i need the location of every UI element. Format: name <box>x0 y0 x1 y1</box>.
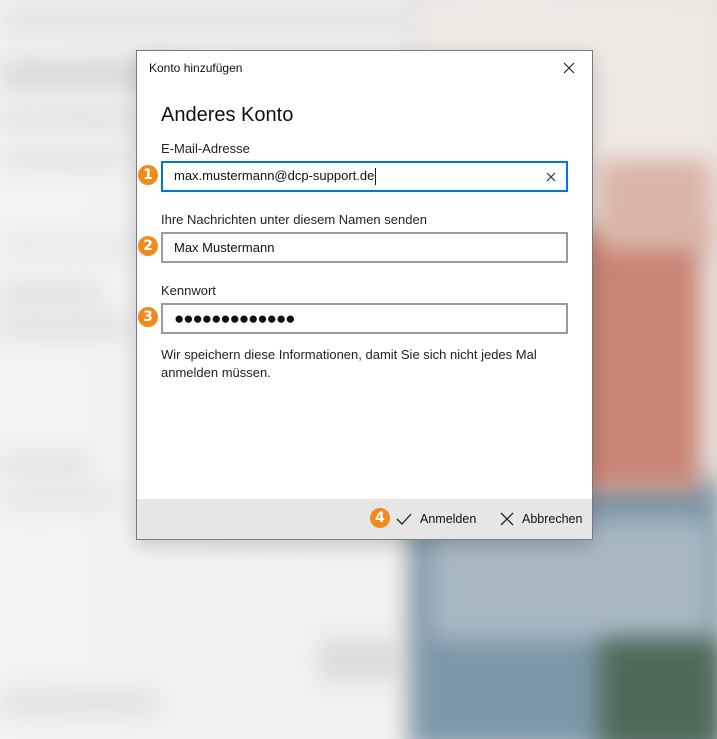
password-value: ●●●●●●●●●●●●● <box>174 309 295 328</box>
dialog-title: Konto hinzufügen <box>149 61 243 75</box>
close-button[interactable] <box>546 51 592 84</box>
step-badge-4: 4 <box>370 508 390 528</box>
display-name-field[interactable]: Max Mustermann <box>161 232 568 263</box>
cancel-button[interactable]: Abbrechen <box>500 499 582 539</box>
info-note: Wir speichern diese Informationen, damit… <box>161 347 537 380</box>
step-badge-1: 1 <box>138 165 158 185</box>
cancel-x-icon <box>500 512 514 526</box>
password-label: Kennwort <box>161 283 216 298</box>
signin-button[interactable]: Anmelden <box>396 499 476 539</box>
cancel-label: Abbrechen <box>522 512 583 526</box>
display-name-value: Max Mustermann <box>174 240 275 255</box>
signin-label: Anmelden <box>420 512 477 526</box>
password-field[interactable]: ●●●●●●●●●●●●● <box>161 303 568 334</box>
dialog-titlebar: Konto hinzufügen <box>137 51 592 84</box>
text-caret <box>375 168 377 186</box>
step-badge-3: 3 <box>138 307 158 327</box>
display-name-label: Ihre Nachrichten unter diesem Namen send… <box>161 212 427 227</box>
step-badge-2: 2 <box>138 236 158 256</box>
dialog-footer: Anmelden Abbrechen <box>137 499 592 539</box>
checkmark-icon <box>396 513 412 525</box>
email-field[interactable]: max.mustermann@dcp-support.de <box>161 161 568 192</box>
email-value: max.mustermann@dcp-support.de <box>174 167 375 183</box>
add-account-dialog: Konto hinzufügen Anderes Konto E-Mail-Ad… <box>136 50 593 540</box>
email-label: E-Mail-Adresse <box>161 141 250 156</box>
close-icon <box>563 62 575 73</box>
page-title: Anderes Konto <box>161 104 294 126</box>
clear-icon[interactable] <box>544 170 558 184</box>
